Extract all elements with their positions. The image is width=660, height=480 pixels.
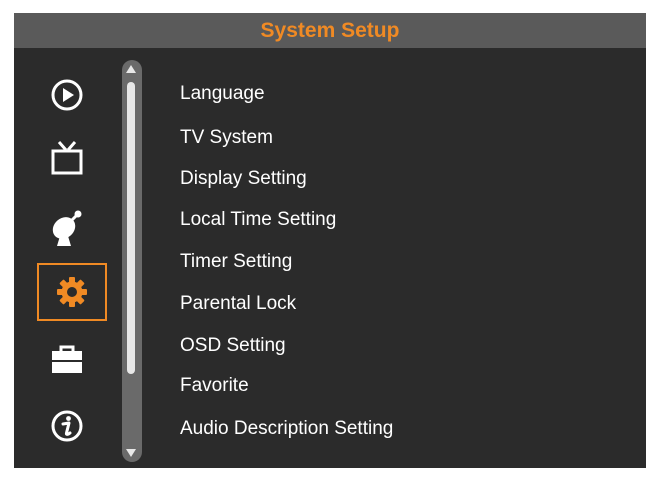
sidebar-item-tv[interactable] [46, 137, 88, 179]
sidebar-item-info[interactable] [46, 405, 88, 447]
play-circle-icon [51, 79, 83, 111]
satellite-dish-icon [52, 210, 82, 246]
menu-item-audio-description-setting[interactable]: Audio Description Setting [180, 418, 393, 440]
header-bar: System Setup [14, 13, 646, 48]
toolbox-icon [52, 345, 82, 373]
sidebar-item-media[interactable] [46, 74, 88, 116]
menu-item-tv-system[interactable]: TV System [180, 127, 273, 149]
menu-item-favorite[interactable]: Favorite [180, 375, 249, 397]
menu-item-language[interactable]: Language [180, 83, 265, 105]
page-title: System Setup [260, 18, 400, 42]
menu-item-osd-setting[interactable]: OSD Setting [180, 335, 286, 357]
sidebar-item-satellite[interactable] [46, 206, 88, 248]
system-setup-panel: System Setup Language TV System Display … [14, 13, 646, 468]
tv-icon [51, 141, 83, 175]
sidebar-item-system-setup[interactable] [37, 263, 107, 321]
scrollbar-thumb[interactable] [127, 82, 135, 374]
scroll-down-arrow-icon[interactable] [126, 449, 136, 457]
menu-item-timer-setting[interactable]: Timer Setting [180, 251, 292, 273]
sidebar-item-tools[interactable] [46, 338, 88, 380]
info-icon [51, 410, 83, 442]
menu-item-local-time-setting[interactable]: Local Time Setting [180, 209, 336, 231]
scroll-up-arrow-icon[interactable] [126, 65, 136, 73]
menu-item-display-setting[interactable]: Display Setting [180, 168, 307, 190]
gear-icon [57, 277, 87, 307]
menu-item-parental-lock[interactable]: Parental Lock [180, 293, 296, 315]
